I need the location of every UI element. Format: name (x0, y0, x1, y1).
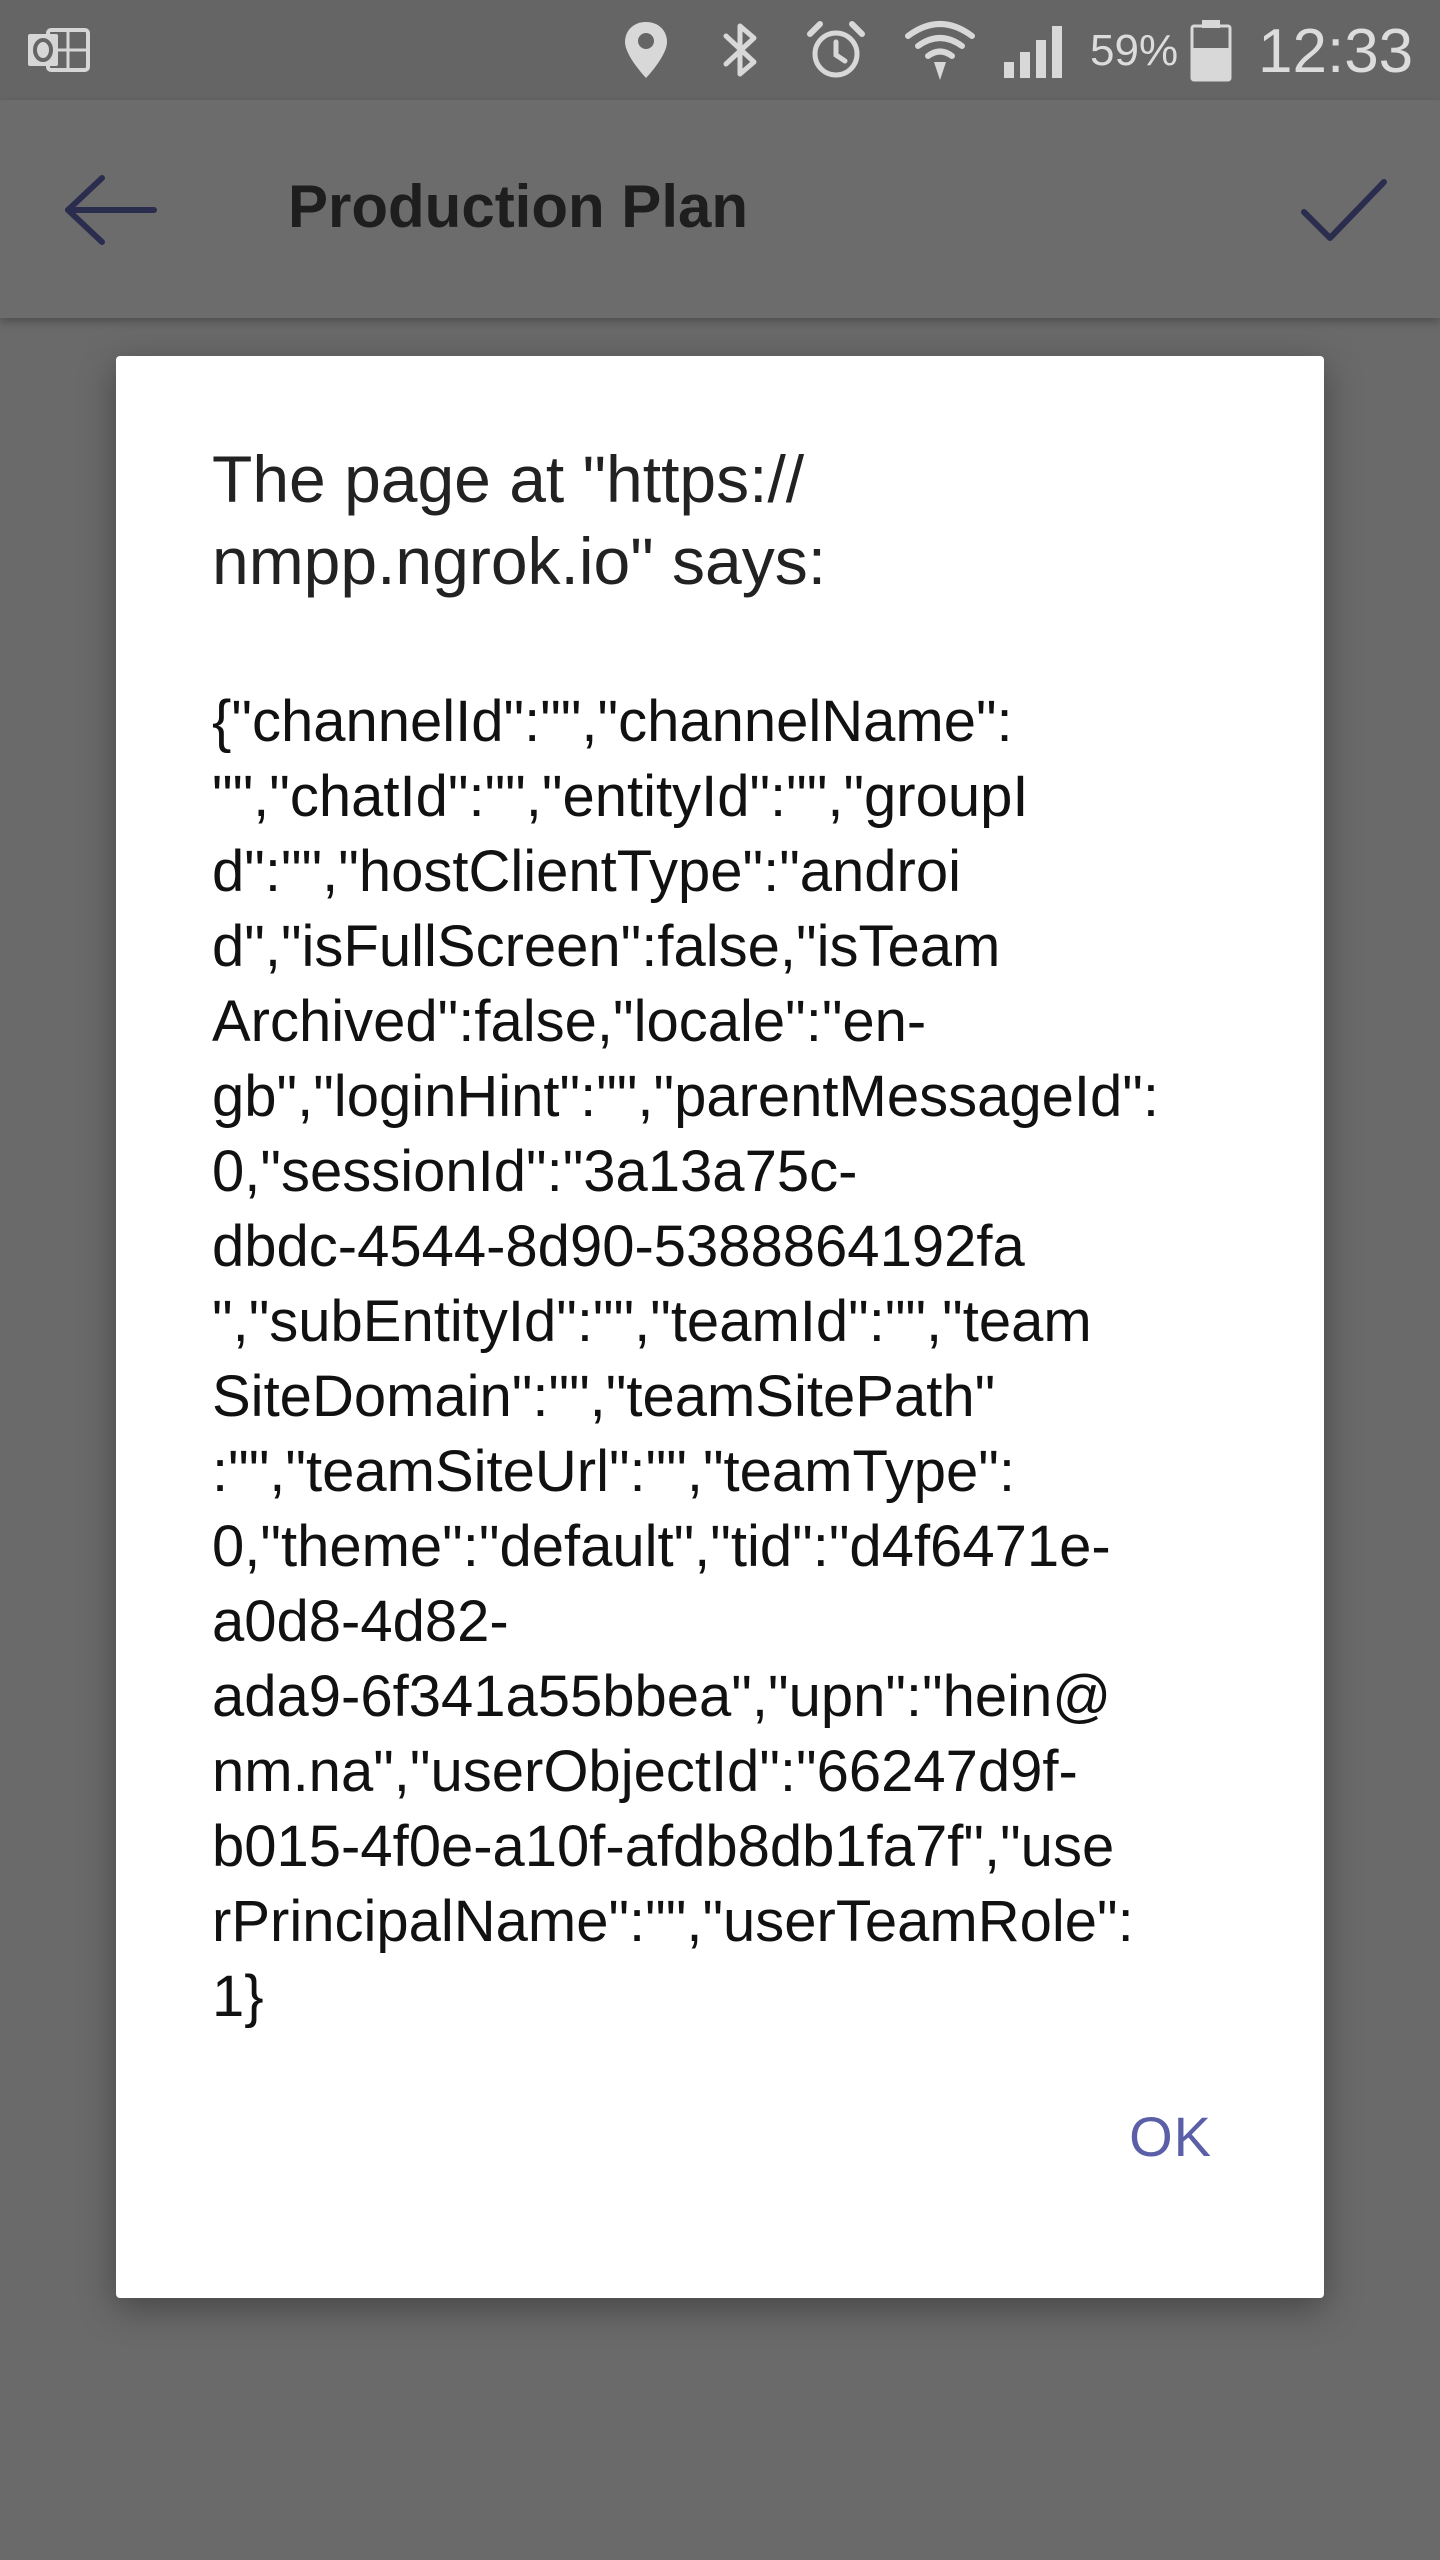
status-bar: 59% 12:33 (0, 0, 1440, 100)
message-line: :"","teamSiteUrl":"","teamType": (212, 1439, 1015, 1504)
dialog-message: {"channelId":"","channelName": "","chatI… (212, 684, 1252, 2034)
checkmark-icon (1301, 179, 1387, 241)
message-line: {"channelId":"","channelName": (212, 689, 1013, 754)
outlook-notification-icon (28, 28, 90, 72)
message-line: a0d8-4d82- (212, 1589, 509, 1654)
message-line: d":"","hostClientType":"androi (212, 839, 962, 904)
message-line: b015-4f0e-a10f-afdb8db1fa7f","use (212, 1814, 1115, 1879)
app-bar: Production Plan (0, 100, 1440, 318)
dialog-title: The page at "https:// nmpp.ngrok.io" say… (212, 438, 1222, 602)
ok-button[interactable]: OK (1129, 2104, 1212, 2169)
clock: 12:33 (1258, 17, 1414, 86)
message-line: nm.na","userObjectId":"66247d9f- (212, 1739, 1078, 1804)
alert-dialog: The page at "https:// nmpp.ngrok.io" say… (116, 356, 1324, 2298)
battery-icon (1190, 20, 1232, 82)
message-line: rPrincipalName":"","userTeamRole": (212, 1889, 1134, 1954)
dialog-title-line: nmpp.ngrok.io" says: (212, 524, 827, 598)
arrow-left-icon (65, 175, 157, 245)
alarm-icon (807, 21, 865, 78)
location-icon (625, 22, 667, 78)
message-line: Archived":false,"locale":"en- (212, 989, 927, 1054)
message-line: dbdc-4544-8d90-5388864192fa (212, 1214, 1025, 1279)
message-line: ","subEntityId":"","teamId":"","team (212, 1289, 1092, 1354)
dialog-title-line: The page at "https:// (212, 442, 805, 516)
message-line: 0,"theme":"default","tid":"d4f6471e- (212, 1514, 1111, 1579)
message-line: gb","loginHint":"","parentMessageId": (212, 1064, 1159, 1129)
cell-signal-icon (1004, 26, 1062, 78)
message-line: 1} (212, 1964, 264, 2029)
message-line: SiteDomain":"","teamSitePath" (212, 1364, 996, 1429)
battery-percent: 59% (1090, 26, 1179, 75)
message-line: 0,"sessionId":"3a13a75c- (212, 1139, 858, 1204)
wifi-icon (905, 21, 975, 80)
page-title: Production Plan (288, 173, 749, 240)
message-line: "","chatId":"","entityId":"","groupI (212, 764, 1029, 829)
message-line: d","isFullScreen":false,"isTeam (212, 914, 1001, 979)
back-button[interactable] (60, 172, 160, 248)
bluetooth-icon (723, 23, 757, 77)
confirm-button[interactable] (1298, 170, 1388, 250)
message-line: ada9-6f341a55bbea","upn":"hein@ (212, 1664, 1112, 1729)
